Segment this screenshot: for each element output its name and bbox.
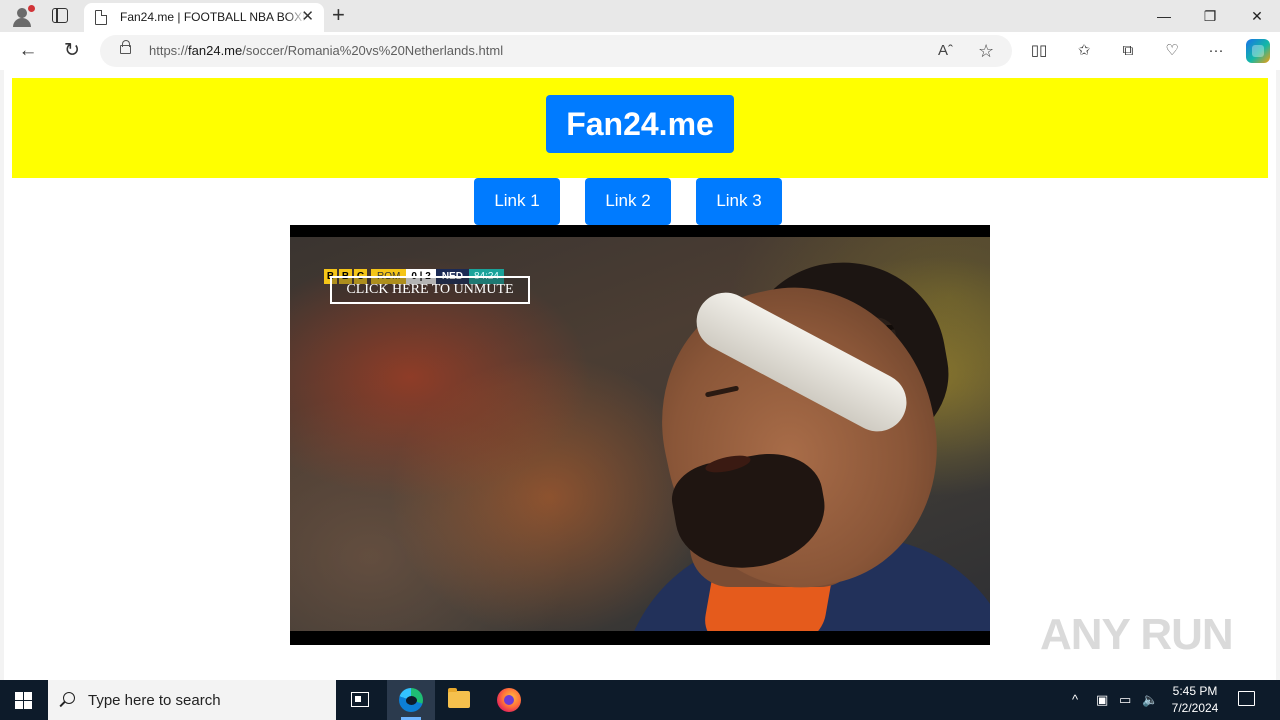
show-hidden-icons-chevron-icon[interactable]: ^ [1072, 690, 1078, 710]
url-scheme: https:// [149, 43, 189, 58]
windows-start-icon[interactable] [15, 692, 32, 709]
page-favicon-icon [95, 10, 107, 25]
notification-icon[interactable] [1238, 691, 1255, 706]
anyrun-watermark: ANY RUN [1040, 610, 1234, 660]
close-window-button[interactable]: ✕ [1234, 0, 1280, 32]
unmute-button[interactable]: CLICK HERE TO UNMUTE [330, 276, 530, 304]
url-path: /soccer/Romania%20vs%20Netherlands.html [242, 43, 504, 58]
page-viewport: Fan24.me Link 1 Link 2 Link 3 B B C ROM [4, 70, 1276, 680]
video-player[interactable]: B B C ROM 0 | 2 NED 84:24 CLICK HERE TO … [290, 225, 990, 645]
tab-title: Fan24.me | FOOTBALL NBA BOXING [120, 10, 306, 24]
watermark-text: ANY RUN [1040, 610, 1234, 659]
taskbar-clock[interactable]: 5:45 PM 7/2/2024 [1160, 683, 1230, 717]
nav-link-1[interactable]: Link 1 [474, 178, 560, 225]
windows-taskbar: Type here to search ^ ▣ ▭ 🔈 5:45 PM 7/2/… [0, 680, 1280, 720]
network-icon[interactable]: ▭ [1119, 690, 1131, 710]
file-explorer-icon[interactable] [448, 688, 470, 708]
browser-toolbar: ← ↻ https://fan24.me/soccer/Romania%20vs… [0, 32, 1280, 70]
collections-icon[interactable]: ⧉ [1118, 41, 1138, 61]
nav-link-2[interactable]: Link 2 [585, 178, 671, 225]
split-screen-icon[interactable]: ▯▯ [1029, 41, 1049, 61]
clock-date: 7/2/2024 [1171, 701, 1219, 715]
video-frame[interactable]: B B C ROM 0 | 2 NED 84:24 CLICK HERE TO … [290, 237, 990, 631]
search-icon [63, 692, 75, 704]
tab-actions-icon[interactable] [52, 8, 68, 23]
browser-tab-bar: Fan24.me | FOOTBALL NBA BOXING ✕ + — ❐ ✕ [0, 0, 1280, 32]
profile-avatar-icon[interactable] [10, 5, 35, 27]
address-bar[interactable]: https://fan24.me/soccer/Romania%20vs%20N… [100, 35, 1012, 67]
minimize-button[interactable]: — [1141, 0, 1187, 32]
favorites-icon[interactable]: ✩ [1074, 41, 1094, 61]
read-aloud-icon[interactable]: Aˆ [938, 40, 953, 62]
site-logo-button[interactable]: Fan24.me [546, 95, 734, 153]
favorite-star-icon[interactable]: ☆ [978, 40, 994, 62]
tab-fan24[interactable]: Fan24.me | FOOTBALL NBA BOXING ✕ [84, 3, 324, 32]
restore-button[interactable]: ❐ [1187, 0, 1233, 32]
more-icon[interactable]: ··· [1206, 41, 1226, 61]
lock-icon[interactable] [120, 40, 131, 54]
refresh-button[interactable]: ↻ [60, 39, 84, 63]
firefox-icon[interactable] [497, 688, 521, 712]
edge-icon[interactable] [399, 688, 423, 712]
task-view-icon[interactable] [351, 692, 369, 707]
taskbar-search-box[interactable]: Type here to search [48, 680, 336, 720]
device-icon[interactable]: ▣ [1096, 690, 1108, 710]
url-host: fan24.me [188, 43, 243, 58]
browser-essentials-icon[interactable]: ♡ [1162, 41, 1182, 61]
search-placeholder: Type here to search [88, 692, 221, 709]
back-button[interactable]: ← [16, 39, 40, 63]
copilot-icon[interactable] [1246, 39, 1270, 63]
clock-time: 5:45 PM [1172, 684, 1218, 698]
site-header: Fan24.me [12, 78, 1268, 178]
volume-icon[interactable]: 🔈 [1142, 690, 1158, 710]
nav-link-3[interactable]: Link 3 [696, 178, 782, 225]
new-tab-button[interactable]: + [332, 4, 345, 26]
url-text[interactable]: https://fan24.me/soccer/Romania%20vs%20N… [149, 43, 503, 58]
tab-close-icon[interactable]: ✕ [301, 9, 314, 24]
